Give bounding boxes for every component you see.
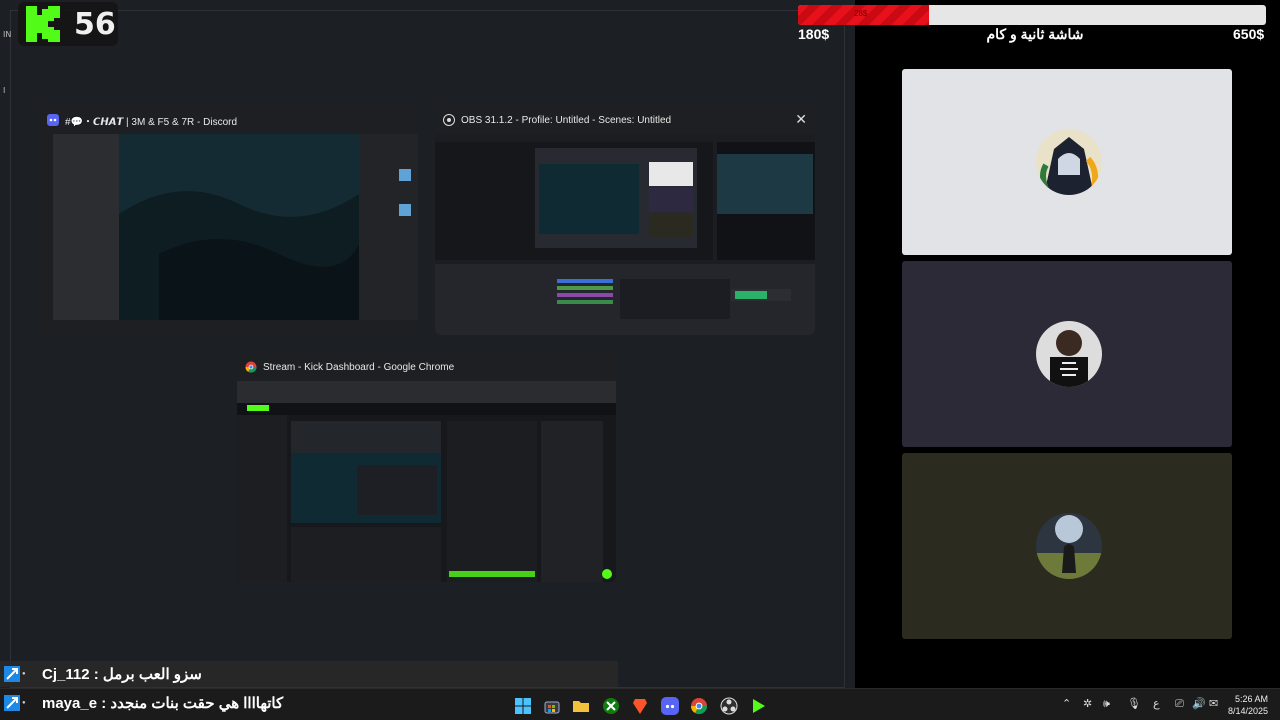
discord-preview-image	[39, 134, 418, 335]
kick-icon[interactable]	[749, 697, 767, 715]
kick-count: 56	[74, 6, 116, 42]
discord-window[interactable]: #💬・𝘾𝙃𝘼𝙏 | 3M & F5 & 7R - Discord	[39, 106, 418, 335]
microphone-icon[interactable]: 🎙	[1127, 697, 1141, 710]
xbox-icon[interactable]	[602, 697, 620, 715]
edge-fragment: IN	[3, 30, 12, 39]
kick-logo-icon	[26, 6, 60, 42]
chrome-window-titlebar[interactable]: Stream - Kick Dashboard - Google Chrome	[237, 353, 616, 381]
discord-icon	[47, 114, 59, 126]
chat-message: ● Cj_112 : سزو العب برمل	[0, 661, 618, 687]
notification-icon[interactable]: ✉	[1209, 697, 1218, 710]
participant-card	[902, 69, 1232, 255]
donation-goal-bar: 28$	[798, 5, 1266, 25]
goal-amount-right: 650$	[1233, 26, 1265, 42]
settings-icon[interactable]: ✲	[1083, 697, 1092, 710]
avatar	[1036, 321, 1102, 387]
obs-preview-image	[435, 134, 815, 335]
clock-time: 5:26 AM	[1234, 694, 1268, 704]
participant-card	[902, 453, 1232, 639]
chrome-icon[interactable]	[690, 697, 708, 715]
obs-window-preview	[435, 134, 815, 335]
screen: #💬・𝘾𝙃𝘼𝙏 | 3M & F5 & 7R - Discord OBS 31.…	[0, 0, 1280, 720]
volume-icon[interactable]: 🔊	[1192, 697, 1206, 710]
kick-badge-icon	[4, 666, 20, 682]
chat-separator: :	[97, 694, 111, 712]
obs-window-titlebar[interactable]: OBS 31.1.2 - Profile: Untitled - Scenes:…	[435, 106, 815, 134]
task-view: #💬・𝘾𝙃𝘼𝙏 | 3M & F5 & 7R - Discord OBS 31.…	[0, 0, 855, 688]
chrome-window-title: Stream - Kick Dashboard - Google Chrome	[263, 361, 455, 373]
obs-window-title: OBS 31.1.2 - Profile: Untitled - Scenes:…	[461, 114, 672, 126]
donation-goal-current: 28$	[854, 9, 868, 18]
chat-username: Cj_112	[42, 665, 90, 683]
chat-message: ● maya_e : كاتهاااا هي حقت بنات منجدد	[0, 690, 510, 716]
chrome-icon	[245, 361, 257, 373]
clock-date: 8/14/2025	[1227, 706, 1268, 716]
discord-icon[interactable]	[661, 697, 679, 715]
discord-window-title: #💬・𝘾𝙃𝘼𝙏 | 3M & F5 & 7R - Discord	[65, 116, 238, 128]
avatar	[1036, 513, 1102, 579]
chrome-window[interactable]: Stream - Kick Dashboard - Google Chrome	[237, 353, 616, 582]
avatar	[1036, 129, 1102, 195]
speaker-icon[interactable]: 🕪	[1103, 697, 1110, 711]
obs-window[interactable]: OBS 31.1.2 - Profile: Untitled - Scenes:…	[435, 106, 815, 335]
chat-separator: :	[89, 665, 103, 683]
badge-icon: ●	[22, 700, 26, 706]
brave-icon[interactable]	[631, 697, 649, 715]
kick-follower-counter: 56	[18, 2, 118, 46]
edge-fragment: I	[3, 86, 6, 95]
input-language[interactable]: ع	[1153, 697, 1160, 710]
participant-card	[902, 261, 1232, 447]
file-explorer-icon[interactable]	[572, 697, 590, 715]
network-icon[interactable]: ⎚	[1175, 697, 1184, 711]
obs-icon	[443, 114, 455, 126]
chevron-up-icon[interactable]: ⌃	[1062, 697, 1071, 710]
system-clock[interactable]: 5:26 AM 8/14/2025	[1228, 693, 1268, 717]
discord-window-preview	[39, 134, 418, 335]
chrome-window-preview	[237, 381, 616, 582]
obs-icon[interactable]	[720, 697, 738, 715]
discord-window-titlebar[interactable]: #💬・𝘾𝙃𝘼𝙏 | 3M & F5 & 7R - Discord	[39, 106, 418, 134]
chat-text: سزو العب برمل	[102, 666, 202, 683]
goal-amount-left: 180$	[798, 26, 830, 42]
chat-username: maya_e	[42, 694, 98, 712]
chat-text: كاتهاااا هي حقت بنات منجدد	[110, 695, 284, 712]
goal-title: شاشة ثانية و كام	[986, 26, 1084, 42]
badge-icon: ●	[22, 671, 26, 677]
chrome-preview-image	[237, 381, 616, 582]
windows-start-icon[interactable]	[514, 697, 532, 715]
kick-badge-icon	[4, 695, 20, 711]
store-icon[interactable]	[543, 697, 561, 715]
close-icon[interactable]: ✕	[795, 112, 807, 126]
